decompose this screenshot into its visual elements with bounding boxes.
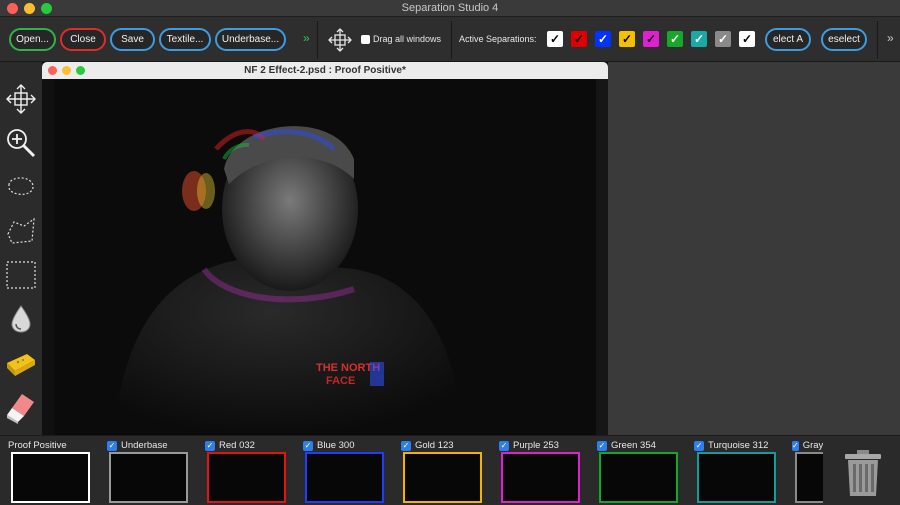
checkmark-icon: ✓: [669, 32, 681, 46]
trash-icon[interactable]: [844, 449, 882, 497]
textile-button[interactable]: Textile...: [159, 28, 211, 51]
toolbar-divider: [317, 21, 318, 59]
separation-toggle-green[interactable]: ✓: [667, 31, 683, 47]
open-button[interactable]: Open...: [9, 28, 56, 51]
thumb-label-proof-positive: Proof Positive: [8, 440, 67, 451]
proof-image: THE NORTH FACE: [54, 79, 596, 435]
toolbar-divider: [877, 21, 878, 59]
checkmark-icon: ✓: [741, 32, 753, 46]
checkbox-checked-icon[interactable]: ✓: [205, 440, 215, 451]
thumb-label-blue[interactable]: ✓ Blue 300: [303, 440, 355, 451]
separation-toggle-blue[interactable]: ✓: [595, 31, 611, 47]
lasso-icon[interactable]: [4, 170, 38, 204]
thumbnail-turquoise[interactable]: [697, 452, 776, 503]
move-all-icon[interactable]: [326, 26, 354, 54]
move-icon[interactable]: [4, 82, 38, 116]
eyedropper-icon[interactable]: [4, 302, 38, 336]
checkbox-checked-icon[interactable]: ✓: [792, 440, 799, 451]
separation-toggle-gray[interactable]: ✓: [715, 31, 731, 47]
document-scrollbar[interactable]: [596, 79, 608, 435]
tool-palette: [0, 62, 42, 435]
thumb-label-green[interactable]: ✓ Green 354: [597, 440, 656, 451]
separation-toggle-gold[interactable]: ✓: [619, 31, 635, 47]
separation-toggle-red[interactable]: ✓: [571, 31, 587, 47]
shirt-text-line2: FACE: [326, 375, 355, 387]
checkbox-checked-icon[interactable]: ✓: [499, 440, 509, 451]
document-titlebar: NF 2 Effect-2.psd : Proof Positive*: [42, 62, 608, 79]
zoom-icon[interactable]: [4, 126, 38, 160]
separation-toggle-purple[interactable]: ✓: [643, 31, 659, 47]
thumbnail-red[interactable]: [207, 452, 286, 503]
thumbnail-underbase[interactable]: [109, 452, 188, 503]
checkbox-checked-icon[interactable]: ✓: [597, 440, 607, 451]
checkbox-checked-icon[interactable]: ✓: [303, 440, 313, 451]
separation-toggle-white[interactable]: ✓: [547, 31, 563, 47]
toolbar-overflow-chevron-icon[interactable]: »: [303, 31, 310, 45]
checkmark-icon: ✓: [597, 32, 609, 46]
checkmark-icon: ✓: [693, 32, 705, 46]
document-window: NF 2 Effect-2.psd : Proof Positive* THE …: [42, 62, 608, 435]
checkbox-checked-icon[interactable]: ✓: [107, 440, 117, 451]
document-title: NF 2 Effect-2.psd : Proof Positive*: [244, 65, 406, 76]
checkmark-icon: ✓: [621, 32, 633, 46]
underbase-button[interactable]: Underbase...: [215, 28, 286, 51]
polygon-lasso-icon[interactable]: [4, 214, 38, 248]
thumbnail-green[interactable]: [599, 452, 678, 503]
app-title: Separation Studio 4: [401, 2, 499, 14]
checkbox-checked-icon[interactable]: ✓: [401, 440, 411, 451]
thumbnail-purple[interactable]: [501, 452, 580, 503]
thumbnail-blue[interactable]: [305, 452, 384, 503]
checkbox-checked-icon[interactable]: ✓: [694, 440, 704, 451]
separation-toggle-white-2[interactable]: ✓: [739, 31, 755, 47]
thumbnail-gray[interactable]: [795, 452, 823, 503]
eraser-icon[interactable]: [4, 390, 38, 424]
thumb-label-gold[interactable]: ✓ Gold 123: [401, 440, 454, 451]
thumbnail-gold[interactable]: [403, 452, 482, 503]
thumb-label-turquoise[interactable]: ✓ Turquoise 312: [694, 440, 768, 451]
workspace-area: [608, 62, 900, 435]
thumbnail-proof-positive[interactable]: [11, 452, 90, 503]
thumb-label-purple[interactable]: ✓ Purple 253: [499, 440, 559, 451]
deselect-button[interactable]: eselect: [821, 28, 867, 51]
toolbar-overflow-chevron-icon-right[interactable]: »: [887, 31, 894, 45]
toolbar-divider: [451, 21, 452, 59]
save-button[interactable]: Save: [110, 28, 155, 51]
main-toolbar: Open... Close Save Textile... Underbase.…: [0, 17, 900, 62]
checkmark-icon: ✓: [645, 32, 657, 46]
drag-all-windows-checkbox[interactable]: [361, 35, 370, 44]
thumb-label-underbase[interactable]: ✓ Underbase: [107, 440, 167, 451]
drag-all-windows-label: Drag all windows: [373, 34, 442, 44]
checkmark-icon: ✓: [549, 32, 561, 46]
active-separations-label: Active Separations:: [459, 34, 537, 44]
thumb-label-gray[interactable]: ✓ Gray: [792, 440, 823, 451]
rectangle-select-icon[interactable]: [4, 258, 38, 292]
thumb-label-red[interactable]: ✓ Red 032: [205, 440, 255, 451]
app-titlebar: Separation Studio 4: [0, 0, 900, 17]
separation-toggle-turquoise[interactable]: ✓: [691, 31, 707, 47]
separation-thumbnail-strip: Proof Positive ✓ Underbase ✓ Red 032 ✓ Blue…: [0, 435, 900, 505]
select-all-button[interactable]: elect A: [765, 28, 811, 51]
sponge-icon[interactable]: [4, 346, 38, 380]
checkmark-icon: ✓: [573, 32, 585, 46]
image-canvas[interactable]: THE NORTH FACE: [54, 79, 596, 435]
checkmark-icon: ✓: [717, 32, 729, 46]
close-button[interactable]: Close: [60, 28, 106, 51]
